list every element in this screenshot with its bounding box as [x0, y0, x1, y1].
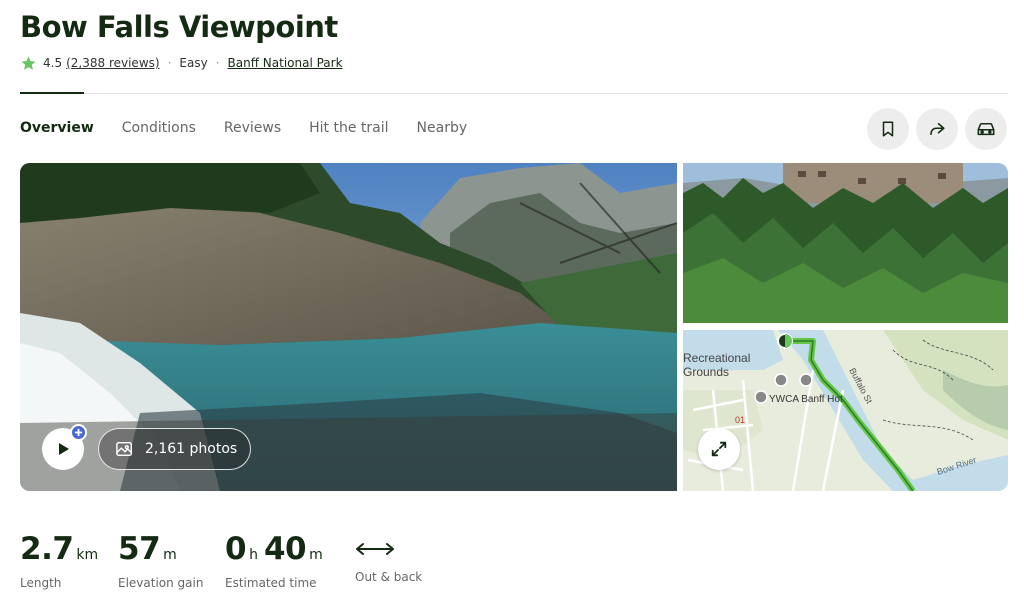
active-tab-indicator [20, 92, 84, 94]
trail-meta: 4.5 (2,388 reviews) · Easy · Banff Natio… [20, 54, 343, 72]
length-label: Length [20, 576, 62, 590]
tab-conditions[interactable]: Conditions [122, 120, 196, 140]
car-icon [977, 122, 995, 136]
elevation-unit: m [163, 547, 177, 563]
length-value: 2.7 [20, 531, 74, 567]
map-label-ywca: YWCA Banff Hot [769, 394, 843, 405]
elevation-value: 57 [118, 531, 161, 567]
length-unit: km [76, 547, 99, 563]
reviews-link[interactable]: (2,388 reviews) [66, 56, 159, 70]
save-button[interactable] [867, 108, 909, 150]
trail-map[interactable]: Recreational Grounds YWCA Banff Hot 01 B… [683, 330, 1008, 491]
secondary-photo[interactable] [683, 163, 1008, 323]
tab-bar: Overview Conditions Reviews Hit the trai… [20, 120, 495, 140]
stat-estimated-time: 0 h 40 m Estimated time [225, 530, 323, 590]
tab-overview[interactable]: Overview [20, 120, 94, 140]
expand-map-button[interactable] [698, 428, 740, 470]
bookmark-icon [882, 121, 894, 137]
tab-divider [20, 93, 1008, 94]
route-type-label: Out & back [355, 570, 423, 584]
play-icon [59, 443, 69, 455]
time-hours-unit: h [249, 547, 258, 563]
separator-dot: · [167, 56, 172, 70]
star-icon [21, 55, 36, 70]
elevation-label: Elevation gain [118, 576, 204, 590]
rating-score: 4.5 [43, 56, 63, 70]
stat-elevation-gain: 57 m Elevation gain [118, 530, 203, 590]
share-button[interactable] [916, 108, 958, 150]
photos-count: 2,161 photos [145, 441, 238, 457]
tab-reviews[interactable]: Reviews [224, 120, 281, 140]
tab-hit-the-trail[interactable]: Hit the trail [309, 120, 388, 140]
page-title: Bow Falls Viewpoint [20, 10, 338, 44]
map-label-grounds: Grounds [683, 365, 729, 379]
map-label-recreational: Recreational [683, 351, 750, 365]
separator-dot: · [215, 56, 220, 70]
share-icon [930, 123, 945, 135]
stat-route-type: Out & back [355, 530, 422, 584]
plus-badge [70, 424, 87, 441]
time-minutes-unit: m [309, 547, 323, 563]
park-link[interactable]: Banff National Park [228, 56, 343, 70]
time-hours-value: 0 [225, 531, 247, 567]
photo-gallery-icon [116, 441, 133, 457]
time-minutes-value: 40 [263, 531, 307, 567]
tab-nearby[interactable]: Nearby [417, 120, 468, 140]
out-and-back-icon [356, 543, 394, 555]
photos-button[interactable]: 2,161 photos [98, 428, 251, 470]
plus-icon [74, 428, 83, 437]
time-label: Estimated time [225, 576, 317, 590]
stat-length: 2.7 km Length [20, 530, 98, 590]
drive-button[interactable] [965, 108, 1007, 150]
map-label-marker: 01 [735, 415, 745, 425]
expand-icon [711, 441, 727, 457]
difficulty-label: Easy [179, 56, 208, 70]
